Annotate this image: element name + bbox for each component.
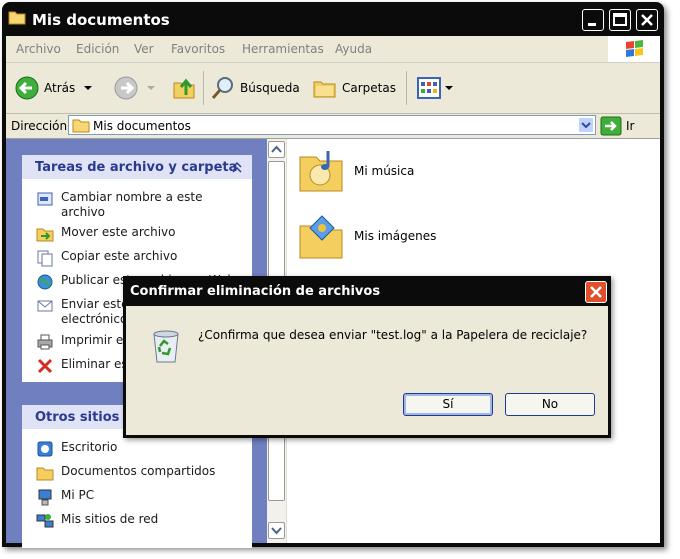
toolbar-separator xyxy=(203,71,204,105)
folder-icon xyxy=(72,119,90,133)
address-value: Mis documentos xyxy=(93,119,191,133)
chevron-down-icon xyxy=(147,86,155,90)
desktop-icon xyxy=(37,441,53,457)
place-desktop[interactable]: Escritorio xyxy=(36,440,117,458)
chevron-down-icon xyxy=(581,122,591,129)
menu-edicion[interactable]: Edición xyxy=(76,42,119,56)
address-bar: Dirección Mis documentos Ir xyxy=(6,114,660,138)
collapse-chevron-icon[interactable] xyxy=(230,160,244,174)
forward-button[interactable] xyxy=(113,75,157,101)
scroll-down-button[interactable] xyxy=(268,522,285,539)
dialog-title-bar[interactable]: Confirmar eliminación de archivos xyxy=(123,276,611,306)
chevron-down-icon xyxy=(84,86,93,90)
task-rename[interactable]: Cambiar nombre a este archivo xyxy=(36,190,203,220)
delete-icon xyxy=(37,358,53,374)
task-copy[interactable]: Copiar este archivo xyxy=(36,249,177,267)
no-button[interactable]: No xyxy=(505,393,595,416)
menu-ver[interactable]: Ver xyxy=(134,42,154,56)
move-icon xyxy=(36,228,54,242)
toolbar: Atrás Búsqueda Carpetas xyxy=(6,63,660,114)
title-bar[interactable]: Mis documentos xyxy=(2,2,664,36)
windows-flag-icon xyxy=(626,40,643,57)
confirm-delete-dialog: Confirmar eliminación de archivos ¿Confi… xyxy=(123,276,611,438)
search-button[interactable]: Búsqueda xyxy=(210,75,300,101)
chevron-down-icon xyxy=(271,527,282,535)
dialog-message: ¿Confirma que desea enviar "test.log" a … xyxy=(198,328,588,342)
views-button[interactable] xyxy=(416,75,454,101)
dialog-close-button[interactable] xyxy=(585,281,607,303)
shared-folder-icon xyxy=(36,467,54,481)
menu-herramientas[interactable]: Herramientas xyxy=(242,42,324,56)
file-tasks-header[interactable]: Tareas de archivo y carpeta xyxy=(22,155,252,179)
yes-button[interactable]: Sí xyxy=(403,393,493,416)
toolbar-separator xyxy=(406,71,407,105)
up-folder-icon xyxy=(173,78,195,99)
network-places-icon xyxy=(36,514,54,528)
music-folder-icon xyxy=(299,151,343,192)
forward-arrow-icon xyxy=(114,76,138,100)
windows-logo xyxy=(608,36,660,62)
up-folder-button[interactable] xyxy=(171,75,197,101)
address-label: Dirección xyxy=(11,119,68,133)
place-shared-documents[interactable]: Documentos compartidos xyxy=(36,464,215,482)
task-move[interactable]: Mover este archivo xyxy=(36,225,175,243)
scroll-up-button[interactable] xyxy=(268,141,285,158)
copy-icon xyxy=(37,250,53,267)
email-icon xyxy=(37,300,53,312)
pictures-folder-icon xyxy=(299,215,343,259)
address-dropdown-button[interactable] xyxy=(578,117,594,133)
window-title: Mis documentos xyxy=(32,11,170,29)
minimize-icon xyxy=(588,23,596,26)
folders-button[interactable]: Carpetas xyxy=(312,75,396,101)
address-input[interactable]: Mis documentos xyxy=(68,115,596,135)
search-icon xyxy=(211,77,233,99)
dialog-body: ¿Confirma que desea enviar "test.log" a … xyxy=(126,306,608,435)
go-arrow-icon xyxy=(600,116,622,136)
folder-my-pictures[interactable]: Mis imágenes xyxy=(296,212,436,260)
menu-bar: Archivo Edición Ver Favoritos Herramient… xyxy=(6,36,660,63)
close-icon xyxy=(590,286,602,298)
my-computer-icon xyxy=(38,489,52,506)
back-arrow-icon xyxy=(15,76,39,100)
views-icon xyxy=(417,77,441,99)
chevron-down-icon xyxy=(445,86,453,90)
folders-icon xyxy=(313,81,336,98)
menu-archivo[interactable]: Archivo xyxy=(16,42,61,56)
rename-icon xyxy=(37,192,53,206)
explorer-window: Mis documentos Archivo Edición Ver Favor… xyxy=(2,2,664,548)
chevron-up-icon xyxy=(271,145,282,153)
dialog-title: Confirmar eliminación de archivos xyxy=(130,284,381,299)
go-button[interactable]: Ir xyxy=(600,116,634,136)
minimize-button[interactable] xyxy=(582,9,604,31)
menu-ayuda[interactable]: Ayuda xyxy=(335,42,372,56)
folder-icon xyxy=(8,11,26,25)
maximize-icon xyxy=(613,13,627,26)
close-icon xyxy=(641,14,653,26)
folder-my-music[interactable]: Mi música xyxy=(296,147,414,195)
print-icon xyxy=(37,334,53,350)
publish-icon xyxy=(37,274,53,290)
place-network[interactable]: Mis sitios de red xyxy=(36,512,158,530)
maximize-button[interactable] xyxy=(609,9,631,31)
place-my-computer[interactable]: Mi PC xyxy=(36,488,94,506)
close-button[interactable] xyxy=(636,9,658,31)
back-button[interactable]: Atrás xyxy=(14,75,95,101)
recycle-bin-icon xyxy=(153,330,179,363)
menu-favoritos[interactable]: Favoritos xyxy=(171,42,225,56)
